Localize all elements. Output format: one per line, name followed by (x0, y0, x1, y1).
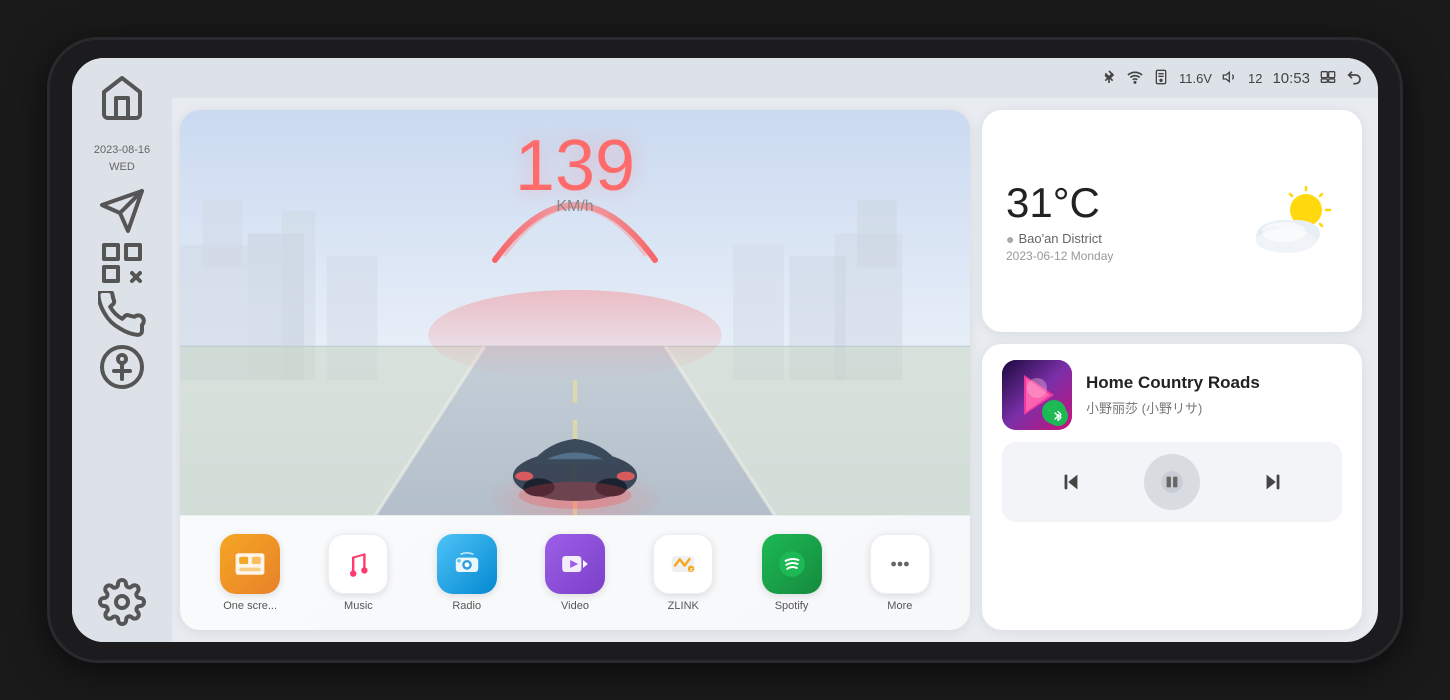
app-item-zlink[interactable]: Z ZLINK (643, 534, 723, 612)
sidebar-item-phone[interactable] (98, 291, 146, 339)
speed-display: 139 KM/h (515, 130, 635, 216)
speed-value: 139 (515, 130, 635, 202)
storage-icon (1153, 69, 1169, 88)
battery-value: 11.6V (1179, 71, 1212, 86)
speedo-visual: 139 KM/h (180, 110, 970, 515)
rewind-button[interactable] (1047, 458, 1095, 506)
svg-text:Z: Z (690, 567, 693, 573)
back-icon[interactable] (1346, 69, 1362, 88)
app-icon-radio (437, 534, 497, 594)
app-label-onescreen: One scre... (210, 600, 290, 612)
music-details: Home Country Roads 小野丽莎 (小野リサ) (1086, 372, 1342, 417)
app-label-zlink: ZLINK (643, 600, 723, 612)
wifi-icon (1127, 69, 1143, 88)
app-icon-video (545, 534, 605, 594)
music-artist: 小野丽莎 (小野リサ) (1086, 398, 1342, 417)
location-dot-icon: ● (1006, 231, 1014, 247)
app-label-more: More (860, 600, 940, 612)
app-icon-spotify (762, 534, 822, 594)
device-shell: 2023-08-16 WED (50, 40, 1400, 660)
app-icon-more (870, 534, 930, 594)
screen: 2023-08-16 WED (72, 58, 1378, 642)
music-panel: ★ (982, 344, 1362, 630)
app-item-spotify[interactable]: Spotify (752, 534, 832, 612)
weather-location: ● Bao'an District (1006, 231, 1113, 247)
fast-forward-button[interactable] (1249, 458, 1297, 506)
music-controls (1002, 442, 1342, 522)
sidebar-item-apps[interactable] (98, 239, 146, 287)
main-content: 11.6V 12 10:53 (172, 58, 1378, 642)
music-title: Home Country Roads (1086, 372, 1342, 394)
app-label-spotify: Spotify (752, 600, 832, 612)
app-label-radio: Radio (427, 600, 507, 612)
bluetooth-icon (1101, 69, 1117, 88)
right-panels: 31°C ● Bao'an District 2023-06-12 Monday (982, 110, 1362, 630)
app-icon-onescreen (220, 534, 280, 594)
sidebar-item-settings[interactable] (98, 578, 146, 626)
sidebar-item-home[interactable] (98, 74, 146, 122)
music-album-art: ★ (1002, 360, 1072, 430)
status-bar: 11.6V 12 10:53 (172, 58, 1378, 98)
content-area: 139 KM/h (172, 98, 1378, 642)
sidebar-date: 2023-08-16 WED (94, 142, 150, 175)
play-pause-button[interactable] (1144, 454, 1200, 510)
app-icon-zlink: Z (653, 534, 713, 594)
multiscreen-icon[interactable] (1320, 69, 1336, 88)
app-item-video[interactable]: Video (535, 534, 615, 612)
sidebar: 2023-08-16 WED (72, 58, 172, 642)
volume-icon (1222, 69, 1238, 88)
sidebar-item-navigation[interactable] (98, 187, 146, 235)
weather-date: 2023-06-12 Monday (1006, 249, 1113, 263)
app-label-video: Video (535, 600, 615, 612)
app-item-onescreen[interactable]: One scre... (210, 534, 290, 612)
weather-info: 31°C ● Bao'an District 2023-06-12 Monday (1006, 179, 1113, 263)
time-display: 10:53 (1272, 70, 1310, 87)
app-item-music[interactable]: Music (318, 534, 398, 612)
weather-temperature: 31°C (1006, 179, 1113, 227)
sidebar-item-bluetooth-audio[interactable] (98, 343, 146, 391)
app-icon-music (328, 534, 388, 594)
app-label-music: Music (318, 600, 398, 612)
app-item-more[interactable]: More (860, 534, 940, 612)
music-info: ★ (1002, 360, 1342, 430)
app-item-radio[interactable]: Radio (427, 534, 507, 612)
weather-panel: 31°C ● Bao'an District 2023-06-12 Monday (982, 110, 1362, 332)
volume-value: 12 (1248, 71, 1262, 86)
app-grid: One scre... (180, 515, 970, 630)
weather-icon (1248, 186, 1338, 256)
speedometer-panel: 139 KM/h (180, 110, 970, 630)
